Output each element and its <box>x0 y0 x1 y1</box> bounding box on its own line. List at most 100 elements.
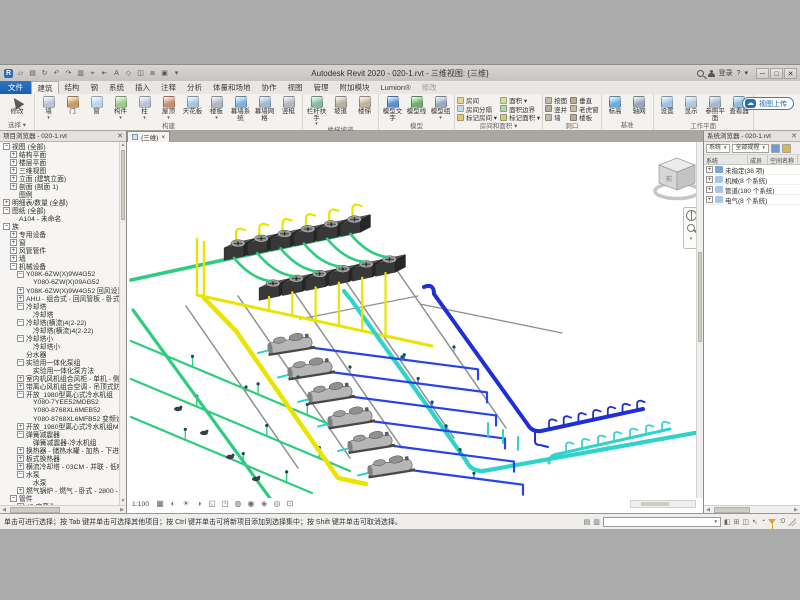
detail-level-icon[interactable]: ▦ <box>155 499 165 509</box>
tree-item[interactable]: +Y080-7YEE52MDB52 <box>0 398 119 406</box>
crop-view-icon[interactable]: ◱ <box>207 499 217 509</box>
view-tab-3d[interactable]: {三维} × <box>127 131 170 142</box>
ribbon-tab-协作[interactable]: 协作 <box>256 82 282 94</box>
navbar-chevron-icon[interactable]: ▾ <box>690 236 693 242</box>
ribbon-button-屋顶[interactable]: 屋顶▾ <box>157 95 180 120</box>
tree-expander-icon[interactable]: + <box>17 375 24 382</box>
tree-expander-icon[interactable]: − <box>17 471 24 478</box>
column-header-成员[interactable]: 成员 <box>748 155 768 164</box>
project-browser-vscrollbar[interactable]: ▲▼ <box>119 142 126 505</box>
signin-button[interactable]: 登录 <box>719 68 733 78</box>
sync-icon[interactable]: ↻ <box>40 69 49 78</box>
tree-expander-icon[interactable]: + <box>17 287 24 294</box>
temporary-properties-icon[interactable]: ◈ <box>259 499 269 509</box>
ribbon-button-显示[interactable]: 显示 <box>680 95 703 116</box>
tree-expander-icon[interactable]: + <box>10 167 17 174</box>
tree-item[interactable]: −冷却塔 <box>0 302 119 310</box>
ribbon-button-门[interactable]: 门 <box>61 95 84 116</box>
tree-item[interactable]: +冷却塔小 <box>0 342 119 350</box>
tree-expander-icon[interactable]: − <box>17 319 24 326</box>
temporary-hide-icon[interactable]: ◍ <box>233 499 243 509</box>
autofit-columns-icon[interactable] <box>771 144 780 153</box>
column-header-空间名称[interactable]: 空间名称 <box>768 155 798 164</box>
ribbon-button-标记面积[interactable]: 标记面积 ▾ <box>500 113 540 122</box>
tree-expander-icon[interactable]: − <box>17 335 24 342</box>
text-icon[interactable]: A <box>112 69 121 78</box>
ribbon-button-窗[interactable]: 窗 <box>85 95 108 116</box>
system-browser-row[interactable]: +未指定(38 项) <box>704 165 800 175</box>
constraints-icon[interactable]: ⊡ <box>285 499 295 509</box>
tree-item[interactable]: −水泵 <box>0 470 119 478</box>
save-icon[interactable]: ▤ <box>28 69 37 78</box>
ribbon-button-模型文字[interactable]: 模型文字 <box>381 95 404 122</box>
tree-expander-icon[interactable]: + <box>10 247 17 254</box>
resize-grip[interactable] <box>788 518 796 526</box>
tree-expander-icon[interactable]: + <box>17 447 24 454</box>
tree-expander-icon[interactable]: + <box>17 423 24 430</box>
view-tab-close-icon[interactable]: × <box>161 134 165 141</box>
tree-item[interactable]: +剖面 (剖面 1) <box>0 182 119 190</box>
press-drag-icon[interactable]: ↖ <box>752 518 758 526</box>
file-tab[interactable]: 文件 <box>0 81 31 94</box>
tree-expander-icon[interactable]: − <box>17 303 24 310</box>
tree-item[interactable]: +风管管件 <box>0 246 119 254</box>
tree-expander-icon[interactable]: − <box>10 263 17 270</box>
ribbon-button-标记房间[interactable]: 标记房间 ▾ <box>457 113 497 122</box>
tree-expander-icon[interactable]: + <box>10 239 17 246</box>
tree-expander-icon[interactable]: + <box>10 159 17 166</box>
ribbon-button-柱[interactable]: 柱▾ <box>133 95 156 120</box>
system-browser-hscrollbar[interactable]: ◀▶ <box>704 505 800 513</box>
tree-expander-icon[interactable]: + <box>706 176 713 183</box>
link-icon[interactable]: ⊞ <box>734 518 740 526</box>
tree-expander-icon[interactable]: + <box>706 186 713 193</box>
tree-expander-icon[interactable]: + <box>10 255 17 262</box>
tree-item[interactable]: +楼层平面 <box>0 158 119 166</box>
tree-expander-icon[interactable]: + <box>17 295 24 302</box>
ribbon-tab-修改[interactable]: 修改 <box>416 82 442 94</box>
exclude-options-icon[interactable]: ◫ <box>742 518 749 526</box>
canvas-hscrollbar[interactable] <box>630 500 696 508</box>
tree-expander-icon[interactable]: + <box>10 231 17 238</box>
ribbon-button-坡道[interactable]: 坡道 <box>329 95 352 116</box>
ribbon-tab-建筑[interactable]: 建筑 <box>31 81 59 94</box>
tree-item[interactable]: +窗 <box>0 238 119 246</box>
tree-expander-icon[interactable]: − <box>3 207 10 214</box>
ribbon-button-修改[interactable]: 修改 <box>2 95 32 116</box>
ribbon-button-模型组[interactable]: 模型组▾ <box>429 95 452 120</box>
ribbon-tab-插入[interactable]: 插入 <box>130 82 156 94</box>
thin-lines-icon[interactable]: ≣ <box>148 69 157 78</box>
editable-only-icon[interactable]: ◧ <box>724 518 731 526</box>
chiller-unit[interactable] <box>346 429 395 454</box>
tree-expander-icon[interactable]: + <box>17 455 24 462</box>
minimize-button[interactable]: ─ <box>756 68 769 79</box>
tree-item[interactable]: +冷却塔(横流)4(2-22) <box>0 326 119 334</box>
close-button[interactable]: ✕ <box>784 68 797 79</box>
dimension-icon[interactable]: ⇤ <box>100 69 109 78</box>
search-icon[interactable] <box>697 70 704 77</box>
ribbon-button-幕墙网格[interactable]: 幕墙网格 <box>253 95 276 122</box>
tree-expander-icon[interactable]: − <box>17 431 24 438</box>
ribbon-tab-系统[interactable]: 系统 <box>104 82 130 94</box>
tree-expander-icon[interactable]: − <box>17 359 24 366</box>
tree-item[interactable]: −开放_1980型离心式冷水机组 <box>0 390 119 398</box>
project-browser-close-icon[interactable]: ✕ <box>117 131 123 141</box>
tree-item[interactable]: +结构平面 <box>0 150 119 158</box>
background-processes-icon[interactable]: ◔ <box>761 518 765 525</box>
visual-style-icon[interactable]: ◐ <box>168 499 178 509</box>
3d-view-icon[interactable]: ◇ <box>124 69 133 78</box>
ribbon-button-参照平面[interactable]: 参照平面 <box>704 95 727 122</box>
design-options-icon[interactable]: ▥ <box>593 518 600 526</box>
app-logo-icon[interactable]: R <box>4 69 13 78</box>
system-browser-close-icon[interactable]: ✕ <box>791 131 797 141</box>
system-browser-row[interactable]: +管道(180 个系统) <box>704 185 800 195</box>
discipline-filter-select[interactable]: 全部规程▼ <box>732 144 768 153</box>
chiller-unit[interactable] <box>306 380 355 405</box>
tree-expander-icon[interactable]: + <box>706 196 713 203</box>
ribbon-button-墙[interactable]: 墙▾ <box>37 95 60 120</box>
ribbon-tab-Lumion®[interactable]: Lumion® <box>375 82 416 94</box>
ribbon-button-轴网[interactable]: 轴网 <box>628 95 651 116</box>
column-settings-icon[interactable] <box>782 144 791 153</box>
help-dropdown-icon[interactable]: ▾ <box>744 69 748 77</box>
ribbon-tab-视图[interactable]: 视图 <box>282 82 308 94</box>
canvas-vscrollbar[interactable] <box>696 142 703 498</box>
